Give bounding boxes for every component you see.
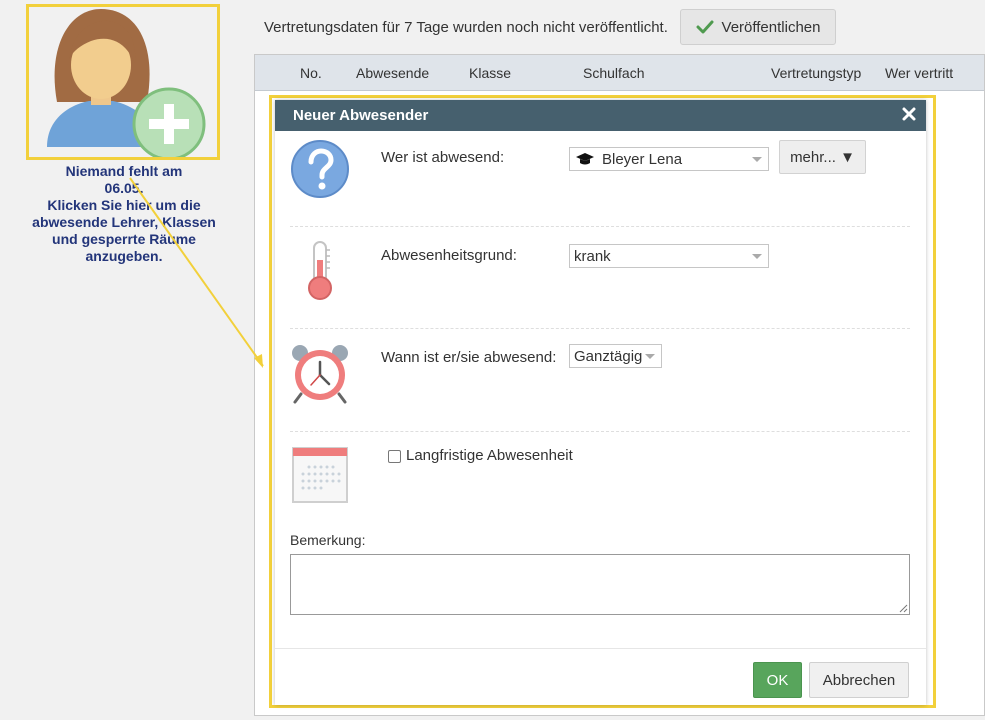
- message-line: 06.05.: [104, 180, 144, 196]
- question-icon: [291, 140, 349, 198]
- chevron-down-icon: [752, 157, 762, 162]
- new-absence-dialog: Neuer Abwesender Wer ist abwesend: Bleye…: [275, 100, 926, 705]
- divider: [290, 431, 910, 432]
- absence-reason-value: krank: [574, 247, 611, 265]
- publish-button-label: Veröffentlichen: [721, 18, 821, 36]
- close-icon[interactable]: [901, 106, 917, 122]
- dialog-footer-divider: [275, 648, 926, 649]
- dialog-title: Neuer Abwesender: [293, 107, 429, 124]
- message-line: abwesende Lehrer, Klassen: [32, 214, 216, 230]
- message-line: Klicken Sie hier um die: [47, 197, 201, 213]
- alarm-clock-icon: [292, 345, 348, 404]
- dialog-titlebar: Neuer Abwesender: [275, 100, 926, 131]
- graduation-cap-icon: [576, 153, 594, 165]
- chevron-down-icon: [645, 354, 655, 359]
- more-button[interactable]: mehr... ▼: [779, 140, 866, 174]
- remark-label: Bemerkung:: [290, 532, 366, 548]
- column-header-subject[interactable]: Schulfach: [583, 65, 644, 81]
- checkmark-icon: [696, 20, 714, 34]
- divider: [290, 226, 910, 227]
- absence-reason-label: Abwesenheitsgrund:: [381, 247, 517, 264]
- absence-reason-select[interactable]: krank: [569, 244, 769, 268]
- who-absent-select[interactable]: Bleyer Lena: [569, 147, 769, 171]
- resize-handle-icon[interactable]: [898, 603, 908, 613]
- message-line: anzugeben.: [85, 248, 163, 264]
- publish-button[interactable]: Veröffentlichen: [680, 9, 836, 45]
- message-line: Niemand fehlt am: [65, 163, 183, 179]
- who-absent-value: Bleyer Lena: [602, 150, 683, 168]
- no-absence-message[interactable]: Niemand fehlt am 06.05. Klicken Sie hier…: [10, 163, 238, 265]
- message-line: und gesperrte Räume: [52, 231, 196, 247]
- add-absent-avatar-button[interactable]: [26, 4, 220, 160]
- who-absent-label: Wer ist abwesend:: [381, 149, 505, 166]
- column-header-substitute[interactable]: Wer vertritt: [885, 65, 953, 81]
- remark-textarea[interactable]: [290, 554, 910, 615]
- publish-status-text: Vertretungsdaten für 7 Tage wurden noch …: [264, 19, 668, 36]
- absence-when-label: Wann ist er/sie abwesend:: [381, 349, 557, 366]
- add-person-icon: [47, 9, 206, 157]
- column-header-absent[interactable]: Abwesende: [356, 65, 429, 81]
- column-header-class[interactable]: Klasse: [469, 65, 511, 81]
- column-header-no[interactable]: No.: [300, 65, 322, 81]
- longterm-absence-label[interactable]: Langfristige Abwesenheit: [406, 447, 573, 464]
- absence-when-value: Ganztägig: [574, 347, 643, 365]
- thermometer-icon: [308, 241, 332, 300]
- longterm-absence-checkbox[interactable]: [388, 450, 401, 463]
- absence-when-select[interactable]: Ganztägig: [569, 344, 662, 368]
- divider: [290, 328, 910, 329]
- cancel-button[interactable]: Abbrechen: [809, 662, 909, 698]
- calendar-icon: [292, 447, 348, 503]
- column-header-substitution-type[interactable]: Vertretungstyp: [771, 65, 861, 81]
- table-header: No. Abwesende Klasse Schulfach Vertretun…: [255, 55, 984, 91]
- ok-button[interactable]: OK: [753, 662, 802, 698]
- chevron-down-icon: [752, 254, 762, 259]
